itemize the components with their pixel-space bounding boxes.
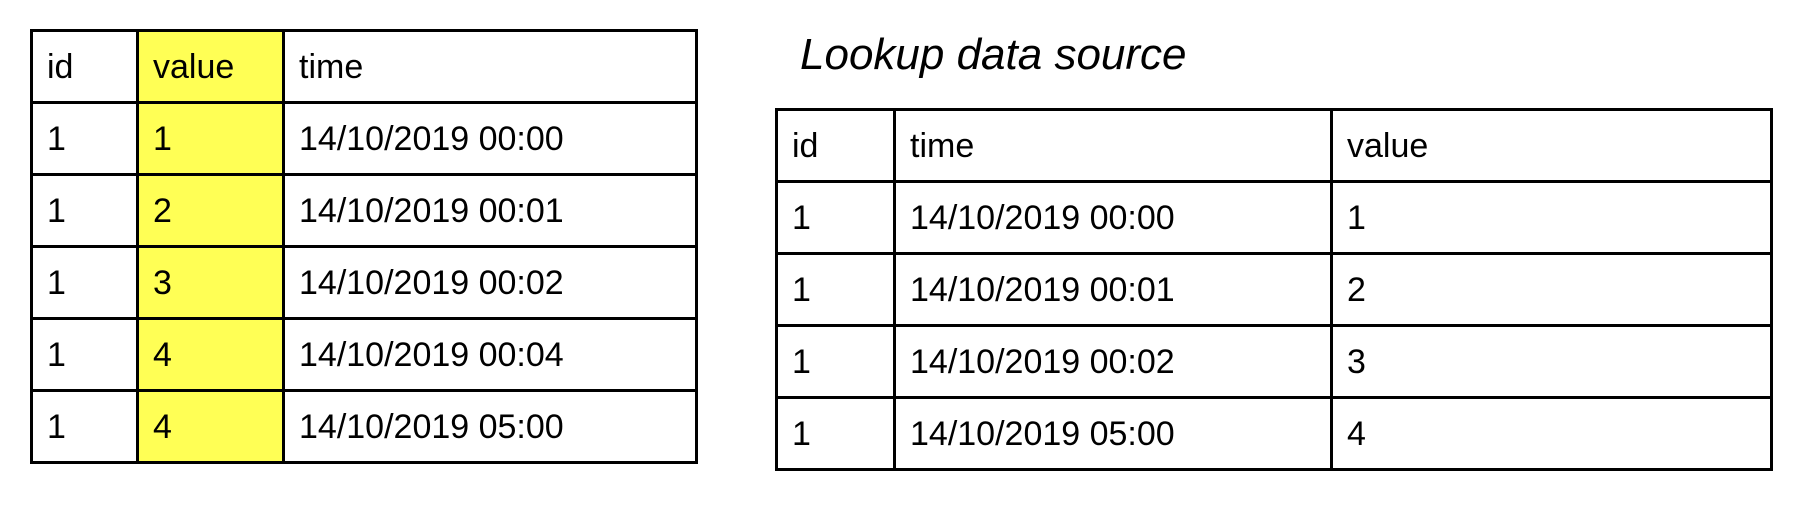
table-row: 1 1 14/10/2019 00:00 [30,101,698,176]
cell-value: 3 [1330,324,1773,399]
cell-time: 14/10/2019 00:04 [282,317,698,392]
cell-time: 14/10/2019 05:00 [893,396,1333,471]
cell-value: 4 [136,389,285,464]
cell-value: 2 [136,173,285,248]
cell-id: 1 [775,324,896,399]
header-value: value [136,29,285,104]
cell-value: 1 [136,101,285,176]
cell-time: 14/10/2019 05:00 [282,389,698,464]
cell-value: 3 [136,245,285,320]
table-row: 1 4 14/10/2019 00:04 [30,317,698,392]
cell-id: 1 [775,396,896,471]
header-id: id [30,29,139,104]
cell-id: 1 [30,173,139,248]
cell-id: 1 [30,389,139,464]
cell-time: 14/10/2019 00:00 [893,180,1333,255]
cell-id: 1 [775,180,896,255]
input-table: id value time 1 1 14/10/2019 00:00 1 2 1… [30,29,698,464]
table-row: 1 14/10/2019 00:01 2 [775,252,1773,327]
header-time: time [893,108,1333,183]
cell-time: 14/10/2019 00:02 [282,245,698,320]
cell-value: 4 [136,317,285,392]
cell-time: 14/10/2019 00:02 [893,324,1333,399]
lookup-table: id time value 1 14/10/2019 00:00 1 1 14/… [775,108,1773,471]
cell-id: 1 [30,101,139,176]
table-row: 1 14/10/2019 00:02 3 [775,324,1773,399]
header-id: id [775,108,896,183]
table-header-row: id time value [775,108,1773,183]
table-row: 1 4 14/10/2019 05:00 [30,389,698,464]
table-row: 1 14/10/2019 00:00 1 [775,180,1773,255]
header-value: value [1330,108,1773,183]
cell-value: 2 [1330,252,1773,327]
table-row: 1 14/10/2019 05:00 4 [775,396,1773,471]
header-time: time [282,29,698,104]
cell-value: 4 [1330,396,1773,471]
cell-time: 14/10/2019 00:00 [282,101,698,176]
cell-id: 1 [30,317,139,392]
cell-id: 1 [30,245,139,320]
cell-time: 14/10/2019 00:01 [282,173,698,248]
table-row: 1 2 14/10/2019 00:01 [30,173,698,248]
table-header-row: id value time [30,29,698,104]
cell-value: 1 [1330,180,1773,255]
cell-time: 14/10/2019 00:01 [893,252,1333,327]
cell-id: 1 [775,252,896,327]
table-row: 1 3 14/10/2019 00:02 [30,245,698,320]
lookup-title: Lookup data source [800,30,1187,79]
